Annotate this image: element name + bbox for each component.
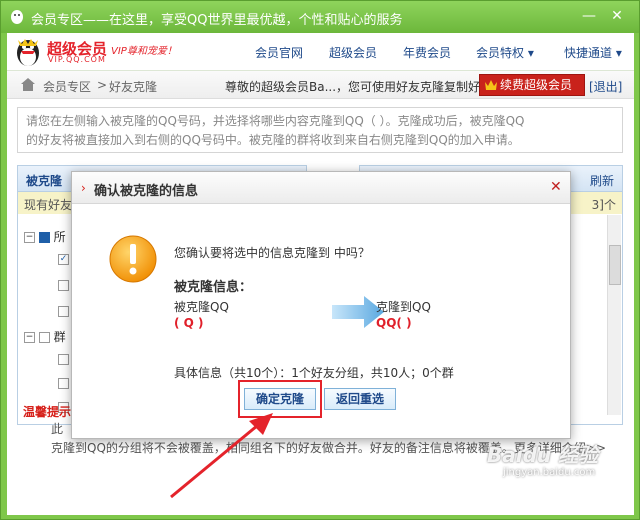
nav-vip-privileges[interactable]: 会员特权 ▾ bbox=[476, 44, 534, 61]
brand-slogan: VIP尊和宠爱！ bbox=[111, 46, 177, 57]
nav-vip-site[interactable]: 会员官网 bbox=[255, 44, 303, 61]
nav-super-vip[interactable]: 超级会员 bbox=[329, 44, 377, 61]
tree-row-label: 群 bbox=[53, 330, 66, 344]
checkbox[interactable] bbox=[58, 354, 69, 365]
tree-row-groups[interactable]: − 群 bbox=[24, 328, 66, 344]
minimize-button[interactable]: — bbox=[577, 6, 601, 26]
title-bar: 会员专区——在这里，享受QQ世界里最优越，个性和贴心的服务 — ✕ bbox=[1, 1, 639, 33]
watermark-main: Baidu 经验 bbox=[487, 443, 599, 467]
chevron-right-icon: › bbox=[81, 181, 86, 195]
pointer-arrow-icon bbox=[170, 413, 273, 499]
nav-annual-vip[interactable]: 年费会员 bbox=[403, 44, 451, 61]
exit-link[interactable]: [退出] bbox=[589, 78, 622, 95]
dialog-header: › 确认被克隆的信息 ✕ bbox=[72, 172, 570, 204]
tree-row-group[interactable] bbox=[58, 352, 69, 368]
app-window: 会员专区——在这里，享受QQ世界里最优越，个性和贴心的服务 — ✕ 超级会员 V… bbox=[0, 0, 640, 520]
intro-line-1: 请您在左侧输入被克隆的QQ号码，并选择将哪些内容克隆到QQ（ ）。克隆成功后，被… bbox=[26, 114, 525, 128]
qq-penguin-icon bbox=[11, 10, 23, 24]
tree-row-label: 所 bbox=[53, 230, 66, 244]
top-nav: 超级会员 VIP.QQ.COM VIP尊和宠爱！ 会员官网 超级会员 年费会员 … bbox=[7, 33, 634, 71]
crown-icon bbox=[485, 80, 497, 90]
watermark-sub: jingyan.baidu.com bbox=[503, 467, 596, 478]
clone-info-title: 被克隆信息： bbox=[174, 280, 253, 295]
collapse-icon[interactable]: − bbox=[24, 232, 35, 243]
group-checkbox[interactable] bbox=[38, 332, 50, 343]
brand-url: VIP.QQ.COM bbox=[48, 55, 106, 64]
nav-quick-links[interactable]: 快捷通道 ▾ bbox=[564, 44, 622, 61]
clone-detail: 具体信息（共10个）：1个好友分组，共10人；0个群 bbox=[174, 366, 454, 380]
tree-row-friend[interactable] bbox=[58, 278, 69, 294]
greeting-text: 尊敬的超级会员Ba...，您可使用好友克隆复制好友！ bbox=[225, 80, 505, 94]
target-qq-value: QQ( ) bbox=[376, 316, 412, 330]
dialog-title: 确认被克隆的信息 bbox=[94, 184, 199, 199]
baidu-watermark: Baidu 经验 jingyan.baidu.com bbox=[487, 439, 613, 485]
warning-icon bbox=[109, 235, 157, 283]
confirm-dialog: › 确认被克隆的信息 ✕ 您确认要将选中的信息克隆到 中吗？ 被克隆信息： 被克… bbox=[71, 171, 571, 439]
refresh-link[interactable]: 刷新 bbox=[590, 174, 614, 188]
back-reselect-button[interactable]: 返回重选 bbox=[324, 388, 396, 410]
renew-vip-label: 续费超级会员 bbox=[500, 78, 573, 92]
vip-penguin-logo-icon bbox=[17, 39, 39, 66]
breadcrumb-home[interactable]: 会员专区 bbox=[43, 78, 91, 95]
source-qq-value: ( Q ) bbox=[174, 316, 204, 330]
breadcrumb: 会员专区 > 好友克隆 尊敬的超级会员Ba...，您可使用好友克隆复制好友！ 续… bbox=[7, 71, 634, 99]
scroll-thumb[interactable] bbox=[609, 245, 621, 285]
tree-row-friend[interactable] bbox=[58, 304, 69, 320]
target-qq-label: 克隆到QQ bbox=[376, 300, 431, 314]
tree-row-friend[interactable]: ✓ bbox=[58, 252, 69, 268]
breadcrumb-current: 好友克隆 bbox=[109, 80, 158, 94]
checkbox[interactable] bbox=[58, 280, 69, 291]
home-icon bbox=[21, 78, 35, 91]
collapse-icon[interactable]: − bbox=[24, 332, 35, 343]
tree-row-all-friends[interactable]: − 所 bbox=[24, 228, 66, 244]
source-qq-label: 被克隆QQ bbox=[174, 300, 229, 314]
intro-line-2: 的好友将被直接加入到右侧的QQ号码中。被克隆的群将收到来自右侧克隆到QQ的加入申… bbox=[26, 133, 520, 147]
checkbox[interactable] bbox=[58, 378, 69, 389]
intro-box: 请您在左侧输入被克隆的QQ号码，并选择将哪些内容克隆到QQ（ ）。克隆成功后，被… bbox=[17, 107, 623, 153]
tree-row-group[interactable] bbox=[58, 376, 69, 392]
breadcrumb-separator: > bbox=[97, 78, 108, 92]
window-title: 会员专区——在这里，享受QQ世界里最优越，个性和贴心的服务 bbox=[31, 13, 403, 28]
scrollbar[interactable] bbox=[607, 215, 621, 415]
checkbox[interactable] bbox=[58, 306, 69, 317]
confirm-message: 您确认要将选中的信息克隆到 中吗？ bbox=[174, 246, 370, 260]
checked-checkbox[interactable]: ✓ bbox=[58, 254, 69, 265]
renew-vip-button[interactable]: 续费超级会员 bbox=[479, 74, 585, 96]
window-close-button[interactable]: ✕ bbox=[605, 6, 629, 26]
dialog-close-button[interactable]: ✕ bbox=[550, 179, 562, 195]
group-checkbox[interactable] bbox=[38, 232, 50, 243]
